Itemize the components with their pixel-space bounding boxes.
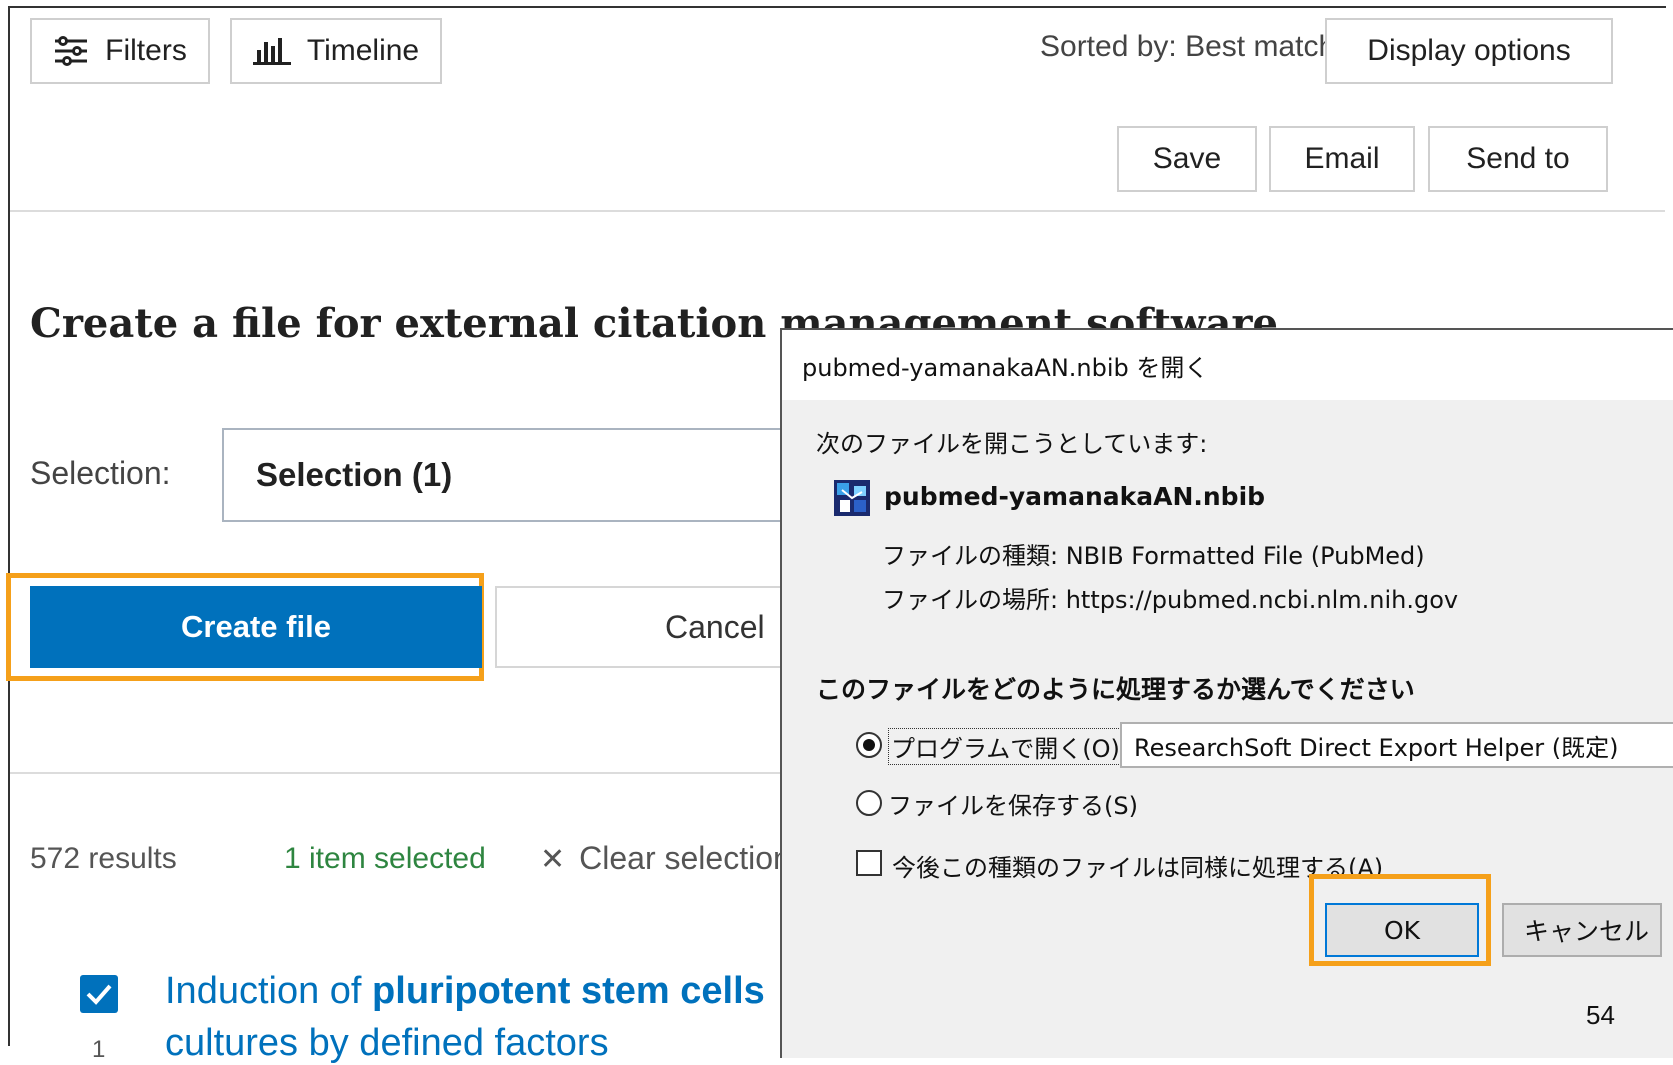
article-title-line2[interactable]: cultures by defined factors xyxy=(165,1022,609,1065)
page-number: 54 xyxy=(1586,1000,1615,1030)
choose-action-label: このファイルをどのように処理するか選んでください xyxy=(816,675,1415,704)
dialog-prompt: 次のファイルを開こうとしています: xyxy=(816,430,1208,458)
save-file-radio[interactable] xyxy=(856,790,882,816)
open-with-label[interactable]: プログラムで開く(O): xyxy=(888,728,1131,765)
open-with-radio[interactable] xyxy=(856,732,882,758)
article-number: 1 xyxy=(92,1036,106,1063)
remember-checkbox[interactable] xyxy=(856,850,882,876)
close-icon: ✕ xyxy=(540,843,566,876)
checkmark-icon xyxy=(86,984,112,1005)
application-select[interactable]: ResearchSoft Direct Export Helper (既定)⌄ xyxy=(1120,722,1673,768)
article-title[interactable]: Induction of pluripotent stem cells xyxy=(165,970,765,1013)
create-file-button[interactable]: Create file xyxy=(30,586,482,668)
divider xyxy=(10,772,790,774)
dialog-cancel-button[interactable]: キャンセル xyxy=(1502,903,1662,957)
selected-count: 1 item selected xyxy=(284,842,486,875)
dialog-title: pubmed-yamanakaAN.nbib を開く xyxy=(782,330,1673,400)
selection-label: Selection: xyxy=(30,455,171,491)
filters-label: Filters xyxy=(105,34,187,67)
file-name: pubmed-yamanakaAN.nbib xyxy=(884,482,1266,511)
filters-button[interactable]: Filters xyxy=(30,18,210,84)
timeline-label: Timeline xyxy=(306,34,420,67)
article-checkbox[interactable] xyxy=(80,975,118,1013)
display-options-button[interactable]: Display options xyxy=(1325,18,1613,84)
sort-label[interactable]: Sorted by: Best match xyxy=(1040,30,1335,64)
cancel-button[interactable]: Cancel xyxy=(495,586,785,668)
clear-selection-label: Clear selection xyxy=(579,840,791,876)
email-button[interactable]: Email xyxy=(1269,126,1415,192)
file-icon xyxy=(834,480,870,516)
bar-chart-icon xyxy=(252,36,291,66)
timeline-button[interactable]: Timeline xyxy=(230,18,442,84)
file-type: ファイルの種類: NBIB Formatted File (PubMed) xyxy=(882,542,1425,570)
save-button[interactable]: Save xyxy=(1117,126,1257,192)
results-count: 572 results xyxy=(30,842,177,875)
clear-selection-button[interactable]: ✕ Clear selection xyxy=(540,840,791,877)
send-to-button[interactable]: Send to xyxy=(1428,126,1608,192)
selection-dropdown[interactable]: Selection (1) xyxy=(222,428,782,522)
ok-button[interactable]: OK xyxy=(1325,903,1479,957)
save-file-label[interactable]: ファイルを保存する(S) xyxy=(888,786,1138,821)
open-file-dialog: pubmed-yamanakaAN.nbib を開く 次のファイルを開こうとして… xyxy=(780,328,1673,1058)
sliders-icon xyxy=(53,36,89,66)
file-location: ファイルの場所: https://pubmed.ncbi.nlm.nih.gov xyxy=(882,586,1459,614)
divider xyxy=(10,210,1665,212)
